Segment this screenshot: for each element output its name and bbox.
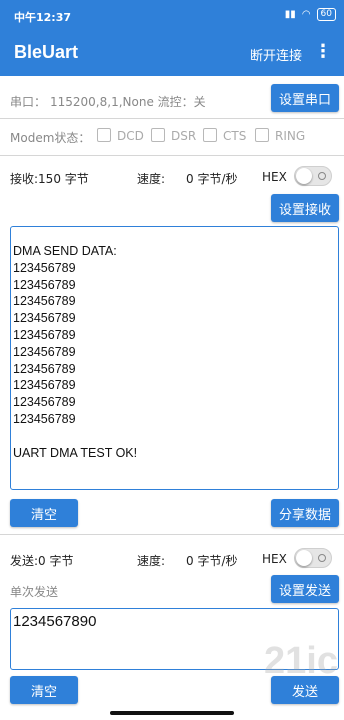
receive-line: 123456789 <box>13 395 76 410</box>
dcd-label: DCD <box>117 129 144 143</box>
serial-config-value: 115200,8,1,None 流控：关 <box>50 95 206 109</box>
status-time: 中午12:37 <box>14 11 72 24</box>
watermark-logo: 21ic <box>264 640 338 682</box>
set-receive-button[interactable]: 设置接收 <box>271 194 339 222</box>
receive-hex-switch[interactable] <box>294 166 332 186</box>
receive-line: 123456789 <box>13 277 76 292</box>
receive-count-label: 接收:150 字节 <box>10 172 89 186</box>
divider <box>0 155 344 156</box>
disconnect-button[interactable]: 断开连接 <box>250 45 302 64</box>
receive-line: 123456789 <box>13 294 76 309</box>
modem-label: Modem状态： <box>10 131 91 145</box>
dsr-checkbox[interactable] <box>151 128 165 142</box>
send-hex-label: HEX <box>262 552 287 566</box>
receive-line: 123456789 <box>13 260 76 275</box>
send-count-label: 发送:0 字节 <box>10 554 74 568</box>
status-icons: ▮▮ ◠ 60 <box>285 8 336 21</box>
serial-label: 串口： <box>10 95 47 109</box>
app-title: BleUart <box>14 42 79 62</box>
set-serial-button[interactable]: 设置串口 <box>271 84 339 112</box>
send-hex-switch[interactable] <box>294 548 332 568</box>
ring-label: RING <box>275 129 306 143</box>
status-bar: 中午12:37 ▮▮ ◠ 60 <box>0 0 344 30</box>
switch-knob <box>296 168 312 184</box>
switch-off-indicator <box>318 172 326 180</box>
share-data-button[interactable]: 分享数据 <box>271 499 339 527</box>
set-send-button[interactable]: 设置发送 <box>271 575 339 603</box>
clear-send-button[interactable]: 清空 <box>10 676 78 704</box>
send-mode-label[interactable]: 单次发送 <box>10 583 58 600</box>
wifi-icon: ◠ <box>301 9 311 20</box>
cts-checkbox[interactable] <box>203 128 217 142</box>
receive-line: DMA SEND DATA: <box>13 244 117 258</box>
dcd-checkbox[interactable] <box>97 128 111 142</box>
receive-line: 123456789 <box>13 327 76 342</box>
cts-label: CTS <box>223 129 247 143</box>
send-speed-label: 速度: <box>137 554 166 568</box>
receive-line: 123456789 <box>13 344 76 359</box>
signal-icon: ▮▮ <box>284 9 296 20</box>
receive-line: 123456789 <box>13 361 76 376</box>
receive-line: 123456789 <box>13 378 76 393</box>
receive-hex-label: HEX <box>262 170 287 184</box>
dsr-label: DSR <box>171 129 197 143</box>
receive-line: 123456789 <box>13 311 76 326</box>
receive-speed-value: 0 字节/秒 <box>186 172 238 186</box>
gesture-nav-bar[interactable] <box>110 711 234 715</box>
divider <box>0 118 344 119</box>
receive-line: UART DMA TEST OK! <box>13 445 138 460</box>
switch-off-indicator <box>318 554 326 562</box>
receive-speed-label: 速度: <box>137 172 166 186</box>
clear-receive-button[interactable]: 清空 <box>10 499 78 527</box>
receive-text-area[interactable]: DMA SEND DATA: 123456789 123456789 12345… <box>10 226 339 490</box>
receive-line <box>13 428 338 445</box>
overflow-menu-icon[interactable]: ⋮ <box>314 42 332 62</box>
switch-knob <box>296 550 312 566</box>
send-speed-value: 0 字节/秒 <box>186 554 238 568</box>
ring-checkbox[interactable] <box>255 128 269 142</box>
receive-line: 123456789 <box>13 411 76 426</box>
divider <box>0 534 344 535</box>
battery-icon: 60 <box>316 8 336 21</box>
app-bar: BleUart 断开连接 ⋮ <box>0 30 344 76</box>
